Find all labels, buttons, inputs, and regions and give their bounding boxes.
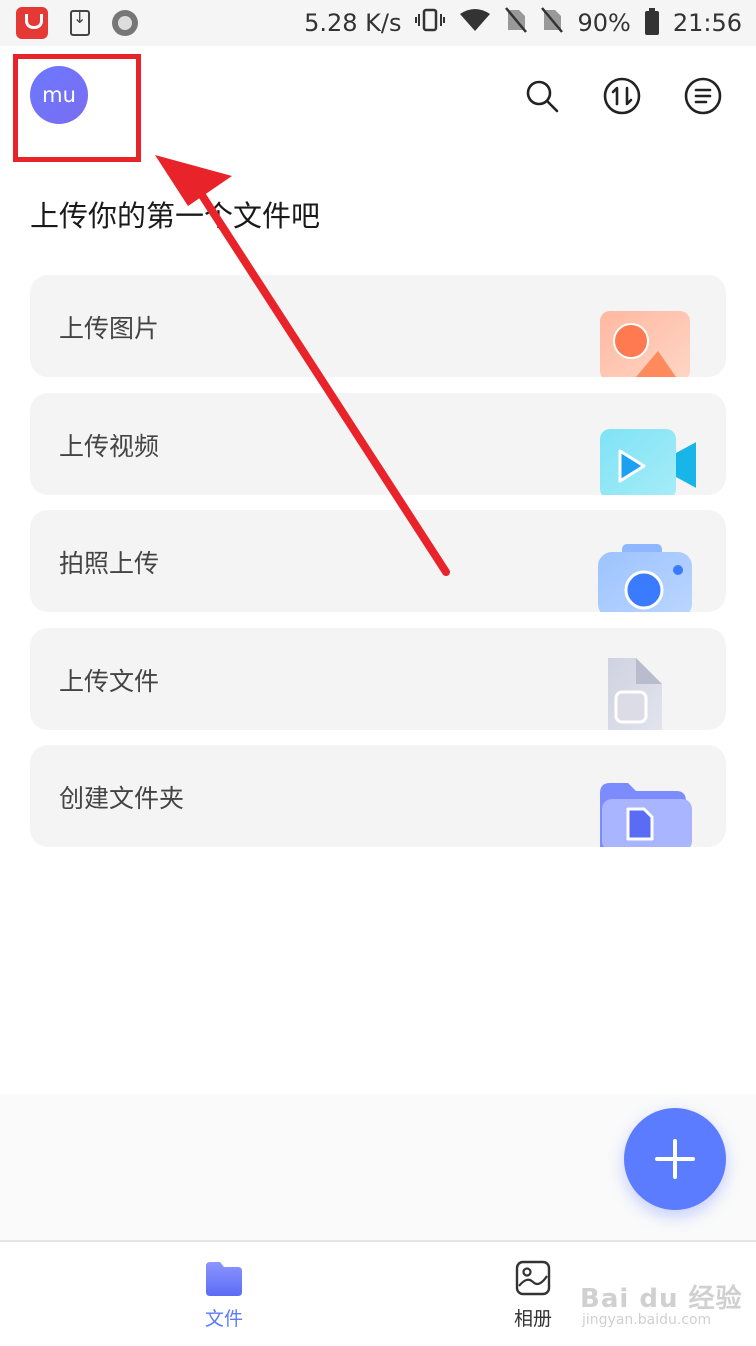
upload-file-card[interactable]: 上传文件 — [30, 628, 726, 730]
upload-video-card[interactable]: 上传视频 — [30, 393, 726, 495]
search-icon[interactable] — [522, 76, 562, 116]
tab-files-label: 文件 — [204, 1308, 243, 1330]
clock: 21:56 — [672, 9, 742, 37]
annotation-highlight-box — [13, 54, 141, 162]
take-photo-upload-card[interactable]: 拍照上传 — [30, 510, 726, 612]
wifi-icon — [459, 8, 491, 38]
tab-album-label: 相册 — [513, 1308, 552, 1330]
card-label: 创建文件夹 — [59, 784, 185, 813]
transfer-icon[interactable] — [602, 76, 642, 116]
card-label: 拍照上传 — [59, 549, 160, 578]
card-label: 上传视频 — [59, 432, 160, 461]
no-sim-icon — [505, 7, 528, 39]
file-icon — [586, 628, 696, 730]
battery-icon — [644, 8, 659, 35]
tab-files[interactable]: 文件 — [164, 1260, 284, 1331]
net-speed: 5.28 K/s — [304, 9, 402, 37]
create-folder-card[interactable]: 创建文件夹 — [30, 745, 726, 847]
plus-icon — [655, 1139, 695, 1179]
image-icon — [586, 275, 696, 377]
video-icon — [586, 393, 698, 495]
vibrate-icon — [415, 8, 446, 38]
add-fab-button[interactable] — [624, 1108, 726, 1210]
card-label: 上传文件 — [59, 667, 160, 696]
folder-tab-icon — [206, 1262, 242, 1296]
watermark-url: jingyan.baidu.com — [582, 1312, 712, 1328]
app-header: mu — [0, 46, 756, 162]
app-notification-icon — [16, 7, 48, 39]
album-tab-icon — [515, 1260, 551, 1296]
watermark-brand: Bai du 经验 — [580, 1284, 743, 1314]
page-title: 上传你的第一个文件吧 — [30, 199, 321, 233]
camera-icon — [586, 510, 696, 612]
download-icon — [70, 8, 90, 36]
upload-image-card[interactable]: 上传图片 — [30, 275, 726, 377]
record-icon — [112, 10, 138, 36]
status-bar: 5.28 K/s 90% 21:56 — [0, 0, 756, 46]
card-label: 上传图片 — [59, 314, 160, 343]
menu-icon[interactable] — [683, 76, 723, 116]
tab-album[interactable]: 相册 — [473, 1260, 593, 1331]
folder-icon — [586, 745, 696, 847]
no-sim-icon-2 — [541, 7, 564, 39]
battery-percent: 90% — [577, 9, 631, 37]
